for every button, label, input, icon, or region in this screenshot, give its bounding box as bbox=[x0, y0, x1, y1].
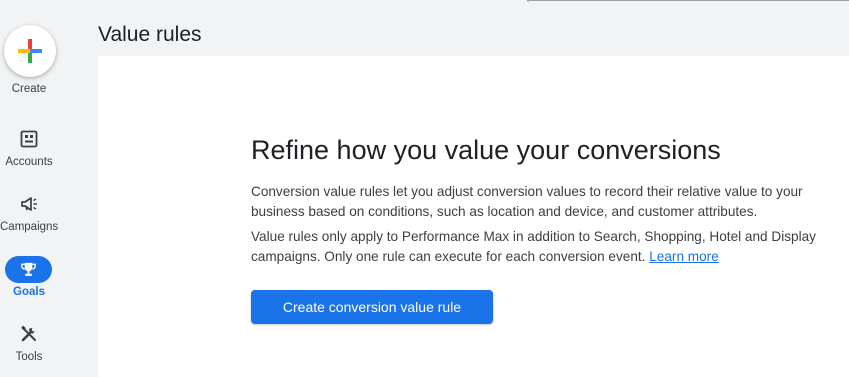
learn-more-link[interactable]: Learn more bbox=[649, 249, 719, 264]
tools-icon bbox=[21, 325, 36, 342]
nav-item-accounts[interactable]: Accounts bbox=[0, 125, 58, 181]
campaigns-icon bbox=[21, 197, 37, 211]
create-label: Create bbox=[11, 83, 47, 95]
create-conversion-value-rule-button[interactable]: Create conversion value rule bbox=[251, 290, 493, 324]
goals-active-indicator bbox=[5, 256, 52, 283]
trophy-icon bbox=[21, 262, 36, 276]
nav-item-campaigns[interactable]: Campaigns bbox=[0, 190, 58, 246]
nav-label-campaigns: Campaigns bbox=[0, 221, 59, 233]
empty-state-note-text: Value rules only apply to Performance Ma… bbox=[251, 229, 816, 264]
create-button[interactable] bbox=[4, 25, 56, 77]
left-nav-rail: Create Accounts Campaigns Goals Tools bbox=[0, 0, 58, 377]
nav-label-tools: Tools bbox=[15, 351, 43, 363]
nav-label-accounts: Accounts bbox=[5, 156, 53, 168]
page-title: Value rules bbox=[98, 23, 202, 46]
empty-state-description: Conversion value rules let you adjust co… bbox=[251, 184, 803, 219]
plus-icon bbox=[18, 39, 42, 63]
nav-label-goals: Goals bbox=[13, 286, 45, 298]
empty-state-headline: Refine how you value your conversions bbox=[251, 135, 721, 165]
accounts-icon bbox=[20, 130, 38, 148]
nav-item-tools[interactable]: Tools bbox=[0, 320, 58, 376]
empty-state-note: Value rules only apply to Performance Ma… bbox=[251, 227, 826, 267]
empty-state-card: Refine how you value your conversions Co… bbox=[98, 56, 849, 377]
header-search-edge bbox=[527, 0, 849, 3]
nav-item-goals[interactable]: Goals bbox=[0, 254, 58, 310]
